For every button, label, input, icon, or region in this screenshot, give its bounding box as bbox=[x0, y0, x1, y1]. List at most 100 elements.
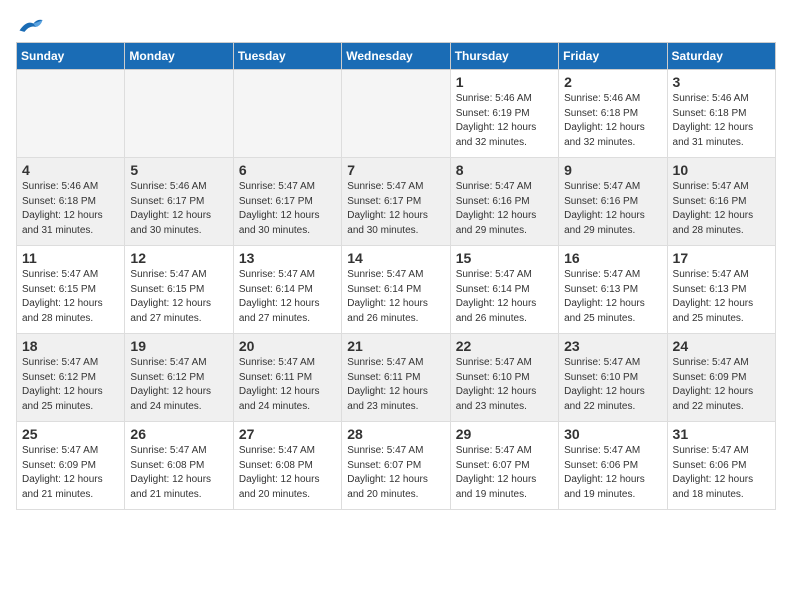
day-number: 30 bbox=[564, 426, 661, 442]
day-info: Sunrise: 5:46 AM Sunset: 6:18 PM Dayligh… bbox=[22, 180, 119, 238]
day-number: 21 bbox=[347, 338, 444, 354]
day-number: 3 bbox=[673, 74, 770, 90]
logo-icon bbox=[16, 16, 44, 38]
day-info: Sunrise: 5:46 AM Sunset: 6:18 PM Dayligh… bbox=[673, 92, 770, 150]
calendar-cell: 11Sunrise: 5:47 AM Sunset: 6:15 PM Dayli… bbox=[17, 246, 125, 334]
day-number: 9 bbox=[564, 162, 661, 178]
calendar-cell: 26 Sunrise: 5:47 AM Sunset: 6:08 PM Dayli… bbox=[125, 422, 233, 510]
calendar-cell: 3 Sunrise: 5:46 AM Sunset: 6:18 PM Daylig… bbox=[667, 70, 775, 158]
day-info: Sunrise: 5:47 AM Sunset: 6:16 PM Dayligh… bbox=[564, 180, 661, 238]
day-info: Sunrise: 5:47 AM Sunset: 6:10 PM Dayligh… bbox=[564, 356, 661, 414]
day-number: 15 bbox=[456, 250, 553, 266]
day-number: 22 bbox=[456, 338, 553, 354]
day-number: 20 bbox=[239, 338, 336, 354]
page-header bbox=[16, 16, 776, 38]
day-info: Sunrise: 5:47 AM Sunset: 6:12 PM Dayligh… bbox=[130, 356, 227, 414]
day-number: 26 bbox=[130, 426, 227, 442]
day-number: 19 bbox=[130, 338, 227, 354]
day-info: Sunrise: 5:46 AM Sunset: 6:18 PM Dayligh… bbox=[564, 92, 661, 150]
day-number: 24 bbox=[673, 338, 770, 354]
calendar-cell: 25 Sunrise: 5:47 AM Sunset: 6:09 PM Dayli… bbox=[17, 422, 125, 510]
calendar-cell: 5 Sunrise: 5:46 AM Sunset: 6:17 PM Daylig… bbox=[125, 158, 233, 246]
calendar-cell: 17 Sunrise: 5:47 AM Sunset: 6:13 PM Dayli… bbox=[667, 246, 775, 334]
day-info: Sunrise: 5:47 AM Sunset: 6:11 PM Dayligh… bbox=[239, 356, 336, 414]
day-info: Sunrise: 5:47 AM Sunset: 6:14 PM Dayligh… bbox=[347, 268, 444, 326]
day-number: 28 bbox=[347, 426, 444, 442]
calendar-table: SundayMondayTuesdayWednesdayThursdayFrid… bbox=[16, 42, 776, 510]
calendar-cell: 30 Sunrise: 5:47 AM Sunset: 6:06 PM Dayli… bbox=[559, 422, 667, 510]
calendar-cell: 4 Sunrise: 5:46 AM Sunset: 6:18 PM Daylig… bbox=[17, 158, 125, 246]
logo bbox=[16, 16, 48, 38]
day-header-monday: Monday bbox=[125, 43, 233, 70]
calendar-cell: 24 Sunrise: 5:47 AM Sunset: 6:09 PM Dayli… bbox=[667, 334, 775, 422]
calendar-cell: 22 Sunrise: 5:47 AM Sunset: 6:10 PM Dayli… bbox=[450, 334, 558, 422]
day-number: 27 bbox=[239, 426, 336, 442]
calendar-cell bbox=[342, 70, 450, 158]
calendar-cell: 7 Sunrise: 5:47 AM Sunset: 6:17 PM Daylig… bbox=[342, 158, 450, 246]
day-number: 7 bbox=[347, 162, 444, 178]
day-info: Sunrise: 5:47 AM Sunset: 6:08 PM Dayligh… bbox=[239, 444, 336, 502]
calendar-cell: 6 Sunrise: 5:47 AM Sunset: 6:17 PM Daylig… bbox=[233, 158, 341, 246]
day-number: 14 bbox=[347, 250, 444, 266]
day-info: Sunrise: 5:47 AM Sunset: 6:09 PM Dayligh… bbox=[673, 356, 770, 414]
day-info: Sunrise: 5:47 AM Sunset: 6:13 PM Dayligh… bbox=[673, 268, 770, 326]
calendar-cell: 16 Sunrise: 5:47 AM Sunset: 6:13 PM Dayli… bbox=[559, 246, 667, 334]
day-number: 31 bbox=[673, 426, 770, 442]
day-info: Sunrise: 5:47 AM Sunset: 6:17 PM Dayligh… bbox=[239, 180, 336, 238]
day-info: Sunrise: 5:47 AM Sunset: 6:15 PM Dayligh… bbox=[22, 268, 119, 326]
day-info: Sunrise: 5:47 AM Sunset: 6:12 PM Dayligh… bbox=[22, 356, 119, 414]
calendar-cell: 10 Sunrise: 5:47 AM Sunset: 6:16 PM Dayli… bbox=[667, 158, 775, 246]
calendar-cell bbox=[233, 70, 341, 158]
day-info: Sunrise: 5:47 AM Sunset: 6:07 PM Dayligh… bbox=[456, 444, 553, 502]
calendar-cell: 14 Sunrise: 5:47 AM Sunset: 6:14 PM Dayli… bbox=[342, 246, 450, 334]
calendar-cell: 1 Sunrise: 5:46 AM Sunset: 6:19 PM Daylig… bbox=[450, 70, 558, 158]
day-info: Sunrise: 5:47 AM Sunset: 6:07 PM Dayligh… bbox=[347, 444, 444, 502]
calendar-cell: 2 Sunrise: 5:46 AM Sunset: 6:18 PM Daylig… bbox=[559, 70, 667, 158]
day-info: Sunrise: 5:47 AM Sunset: 6:06 PM Dayligh… bbox=[564, 444, 661, 502]
day-number: 25 bbox=[22, 426, 119, 442]
day-info: Sunrise: 5:46 AM Sunset: 6:17 PM Dayligh… bbox=[130, 180, 227, 238]
day-number: 4 bbox=[22, 162, 119, 178]
day-info: Sunrise: 5:47 AM Sunset: 6:11 PM Dayligh… bbox=[347, 356, 444, 414]
calendar-cell: 8Sunrise: 5:47 AM Sunset: 6:16 PM Daylig… bbox=[450, 158, 558, 246]
day-info: Sunrise: 5:47 AM Sunset: 6:13 PM Dayligh… bbox=[564, 268, 661, 326]
day-info: Sunrise: 5:46 AM Sunset: 6:19 PM Dayligh… bbox=[456, 92, 553, 150]
calendar-cell: 19 Sunrise: 5:47 AM Sunset: 6:12 PM Dayli… bbox=[125, 334, 233, 422]
day-number: 6 bbox=[239, 162, 336, 178]
calendar-cell: 28 Sunrise: 5:47 AM Sunset: 6:07 PM Dayli… bbox=[342, 422, 450, 510]
day-number: 5 bbox=[130, 162, 227, 178]
day-number: 1 bbox=[456, 74, 553, 90]
calendar-cell: 29Sunrise: 5:47 AM Sunset: 6:07 PM Dayli… bbox=[450, 422, 558, 510]
day-number: 12 bbox=[130, 250, 227, 266]
day-header-saturday: Saturday bbox=[667, 43, 775, 70]
day-header-sunday: Sunday bbox=[17, 43, 125, 70]
calendar-cell: 9 Sunrise: 5:47 AM Sunset: 6:16 PM Daylig… bbox=[559, 158, 667, 246]
day-header-thursday: Thursday bbox=[450, 43, 558, 70]
day-info: Sunrise: 5:47 AM Sunset: 6:16 PM Dayligh… bbox=[673, 180, 770, 238]
day-number: 16 bbox=[564, 250, 661, 266]
calendar-cell: 15 Sunrise: 5:47 AM Sunset: 6:14 PM Dayli… bbox=[450, 246, 558, 334]
day-info: Sunrise: 5:47 AM Sunset: 6:08 PM Dayligh… bbox=[130, 444, 227, 502]
calendar-cell: 31 Sunrise: 5:47 AM Sunset: 6:06 PM Dayli… bbox=[667, 422, 775, 510]
calendar-cell: 18 Sunrise: 5:47 AM Sunset: 6:12 PM Dayli… bbox=[17, 334, 125, 422]
day-info: Sunrise: 5:47 AM Sunset: 6:06 PM Dayligh… bbox=[673, 444, 770, 502]
day-info: Sunrise: 5:47 AM Sunset: 6:16 PM Dayligh… bbox=[456, 180, 553, 238]
day-number: 17 bbox=[673, 250, 770, 266]
day-number: 18 bbox=[22, 338, 119, 354]
day-info: Sunrise: 5:47 AM Sunset: 6:10 PM Dayligh… bbox=[456, 356, 553, 414]
day-number: 2 bbox=[564, 74, 661, 90]
day-header-wednesday: Wednesday bbox=[342, 43, 450, 70]
calendar-cell: 20 Sunrise: 5:47 AM Sunset: 6:11 PM Dayli… bbox=[233, 334, 341, 422]
day-info: Sunrise: 5:47 AM Sunset: 6:09 PM Dayligh… bbox=[22, 444, 119, 502]
day-info: Sunrise: 5:47 AM Sunset: 6:17 PM Dayligh… bbox=[347, 180, 444, 238]
day-number: 23 bbox=[564, 338, 661, 354]
calendar-cell: 23 Sunrise: 5:47 AM Sunset: 6:10 PM Dayli… bbox=[559, 334, 667, 422]
calendar-cell: 21 Sunrise: 5:47 AM Sunset: 6:11 PM Dayli… bbox=[342, 334, 450, 422]
day-info: Sunrise: 5:47 AM Sunset: 6:15 PM Dayligh… bbox=[130, 268, 227, 326]
day-info: Sunrise: 5:47 AM Sunset: 6:14 PM Dayligh… bbox=[456, 268, 553, 326]
day-number: 10 bbox=[673, 162, 770, 178]
calendar-cell: 27 Sunrise: 5:47 AM Sunset: 6:08 PM Dayli… bbox=[233, 422, 341, 510]
day-header-tuesday: Tuesday bbox=[233, 43, 341, 70]
calendar-cell: 12 Sunrise: 5:47 AM Sunset: 6:15 PM Dayli… bbox=[125, 246, 233, 334]
day-header-friday: Friday bbox=[559, 43, 667, 70]
